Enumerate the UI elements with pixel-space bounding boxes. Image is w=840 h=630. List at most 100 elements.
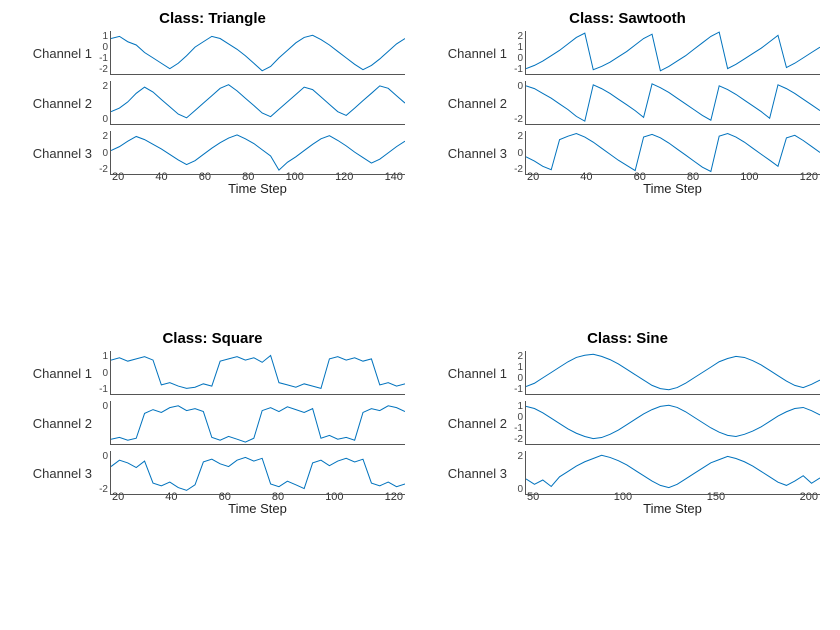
series-line	[111, 355, 405, 388]
plot-area	[525, 31, 820, 75]
x-label: Time Step	[110, 181, 405, 196]
y-tick: 2	[507, 351, 523, 362]
channel-row: Channel 1210-1	[435, 351, 820, 395]
channels: Channel 110-1Channel 20Channel 30-2	[20, 351, 405, 495]
channel-row: Channel 220	[20, 81, 405, 125]
plot-area	[110, 131, 405, 175]
y-tick: 0	[92, 368, 108, 379]
y-tick: 2	[92, 131, 108, 142]
y-tick: 2	[507, 451, 523, 462]
y-tick: 2	[507, 31, 523, 42]
series-line	[526, 84, 820, 121]
channel-label: Channel 2	[20, 96, 92, 111]
y-tick: 0	[507, 412, 523, 423]
panel-3: Class: SineChannel 1210-1Channel 210-1-2…	[435, 330, 820, 620]
panel-title: Class: Triangle	[159, 10, 266, 27]
y-ticks: 210-1	[507, 351, 525, 395]
x-label: Time Step	[525, 501, 820, 516]
panel-title: Class: Sine	[587, 330, 668, 347]
y-tick: 0	[92, 401, 108, 412]
y-ticks: 10-1-2	[507, 401, 525, 445]
y-ticks: 20-2	[507, 131, 525, 175]
plot-area	[525, 451, 820, 495]
channel-label: Channel 1	[20, 366, 92, 381]
x-label: Time Step	[110, 501, 405, 516]
channel-row: Channel 20	[20, 401, 405, 445]
channel-row: Channel 30-2	[20, 451, 405, 495]
y-tick: 0	[92, 148, 108, 159]
series-line	[111, 85, 405, 118]
y-ticks: 20	[92, 81, 110, 125]
channel-row: Channel 210-1-2	[435, 401, 820, 445]
y-tick: 0	[92, 451, 108, 462]
y-ticks: 210-1	[507, 31, 525, 75]
y-tick: -1	[92, 53, 108, 64]
y-ticks: 20-2	[92, 131, 110, 175]
series-line	[526, 455, 820, 487]
y-tick: 1	[507, 401, 523, 412]
series-line	[111, 406, 405, 442]
plot-area	[525, 81, 820, 125]
x-label: Time Step	[525, 181, 820, 196]
plot-area	[110, 451, 405, 495]
panel-2: Class: SquareChannel 110-1Channel 20Chan…	[20, 330, 405, 620]
channel-label: Channel 3	[20, 146, 92, 161]
y-tick: 0	[507, 53, 523, 64]
channel-row: Channel 320-2	[20, 131, 405, 175]
y-tick: 1	[92, 31, 108, 42]
y-tick: 0	[507, 81, 523, 92]
y-ticks: 0-2	[92, 451, 110, 495]
panel-0: Class: TriangleChannel 110-1-2Channel 22…	[20, 10, 405, 300]
series-line	[526, 354, 820, 389]
channel-row: Channel 320-2	[435, 131, 820, 175]
y-ticks: 0-2	[507, 81, 525, 125]
y-ticks: 10-1-2	[92, 31, 110, 75]
channel-label: Channel 3	[20, 466, 92, 481]
channel-row: Channel 20-2	[435, 81, 820, 125]
plot-area	[110, 31, 405, 75]
plot-area	[525, 401, 820, 445]
y-tick: 0	[507, 148, 523, 159]
channel-label: Channel 2	[20, 416, 92, 431]
channel-row: Channel 320	[435, 451, 820, 495]
series-line	[111, 35, 405, 70]
plot-area	[525, 351, 820, 395]
y-tick: 1	[507, 42, 523, 53]
y-tick: 1	[92, 351, 108, 362]
panel-title: Class: Sawtooth	[569, 10, 686, 27]
y-tick: 2	[92, 81, 108, 92]
series-line	[526, 32, 820, 71]
plot-area	[110, 351, 405, 395]
y-tick: 0	[92, 114, 108, 125]
y-tick: -1	[507, 64, 523, 75]
chart-grid: Class: TriangleChannel 110-1-2Channel 22…	[20, 10, 820, 620]
series-line	[526, 134, 820, 172]
y-tick: -1	[92, 384, 108, 395]
channel-row: Channel 11 0 -1	[20, 351, 405, 395]
y-ticks: 1 0 -1	[92, 351, 110, 395]
channel-label: Channel 2	[435, 416, 507, 431]
panel-1: Class: SawtoothChannel 1210-1Channel 20-…	[435, 10, 820, 300]
channel-row: Channel 110-1-2	[20, 31, 405, 75]
y-tick: 2	[507, 131, 523, 142]
panel-title: Class: Square	[162, 330, 262, 347]
channel-label: Channel 1	[20, 46, 92, 61]
plot-area	[110, 401, 405, 445]
channels: Channel 110-1-2Channel 220Channel 320-2	[20, 31, 405, 175]
y-tick: 0	[92, 42, 108, 53]
y-ticks: 0	[92, 401, 110, 445]
series-line	[526, 405, 820, 438]
y-tick: -2	[507, 434, 523, 445]
channel-label: Channel 1	[435, 366, 507, 381]
y-tick: -1	[507, 423, 523, 434]
y-tick: 0	[507, 373, 523, 384]
y-ticks: 20	[507, 451, 525, 495]
channel-label: Channel 2	[435, 96, 507, 111]
y-tick: -2	[92, 64, 108, 75]
channel-label: Channel 3	[435, 466, 507, 481]
series-line	[111, 457, 405, 490]
channel-label: Channel 1	[435, 46, 507, 61]
series-line	[111, 135, 405, 170]
channels: Channel 1210-1Channel 20-2Channel 320-2	[435, 31, 820, 175]
y-tick: 1	[507, 362, 523, 373]
